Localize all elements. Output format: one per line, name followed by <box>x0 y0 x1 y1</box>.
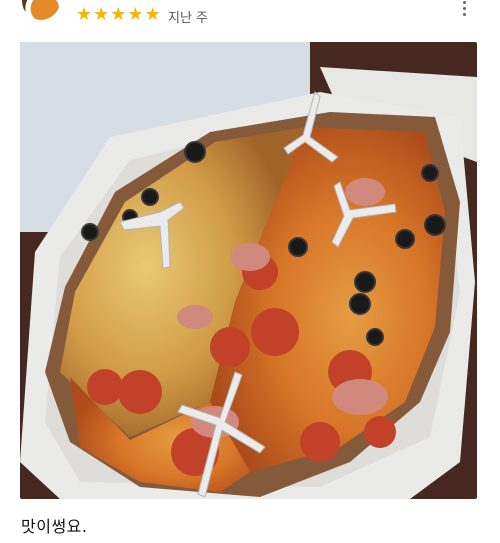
review-text: 맛이썽요. <box>21 517 88 536</box>
star-icon: ★ <box>93 4 110 25</box>
review-header: ★ ★ ★ ★ ★ 지난 주 <box>0 0 500 36</box>
rating-stars: ★ ★ ★ ★ ★ <box>76 4 161 26</box>
avatar[interactable] <box>22 0 60 20</box>
review-photo[interactable] <box>20 42 477 499</box>
star-icon: ★ <box>76 4 93 25</box>
review-date: 지난 주 <box>168 11 209 26</box>
star-icon: ★ <box>127 4 144 25</box>
star-icon: ★ <box>110 4 127 25</box>
more-vertical-icon <box>462 0 466 4</box>
more-options-button[interactable] <box>452 0 476 20</box>
star-icon: ★ <box>144 4 161 25</box>
